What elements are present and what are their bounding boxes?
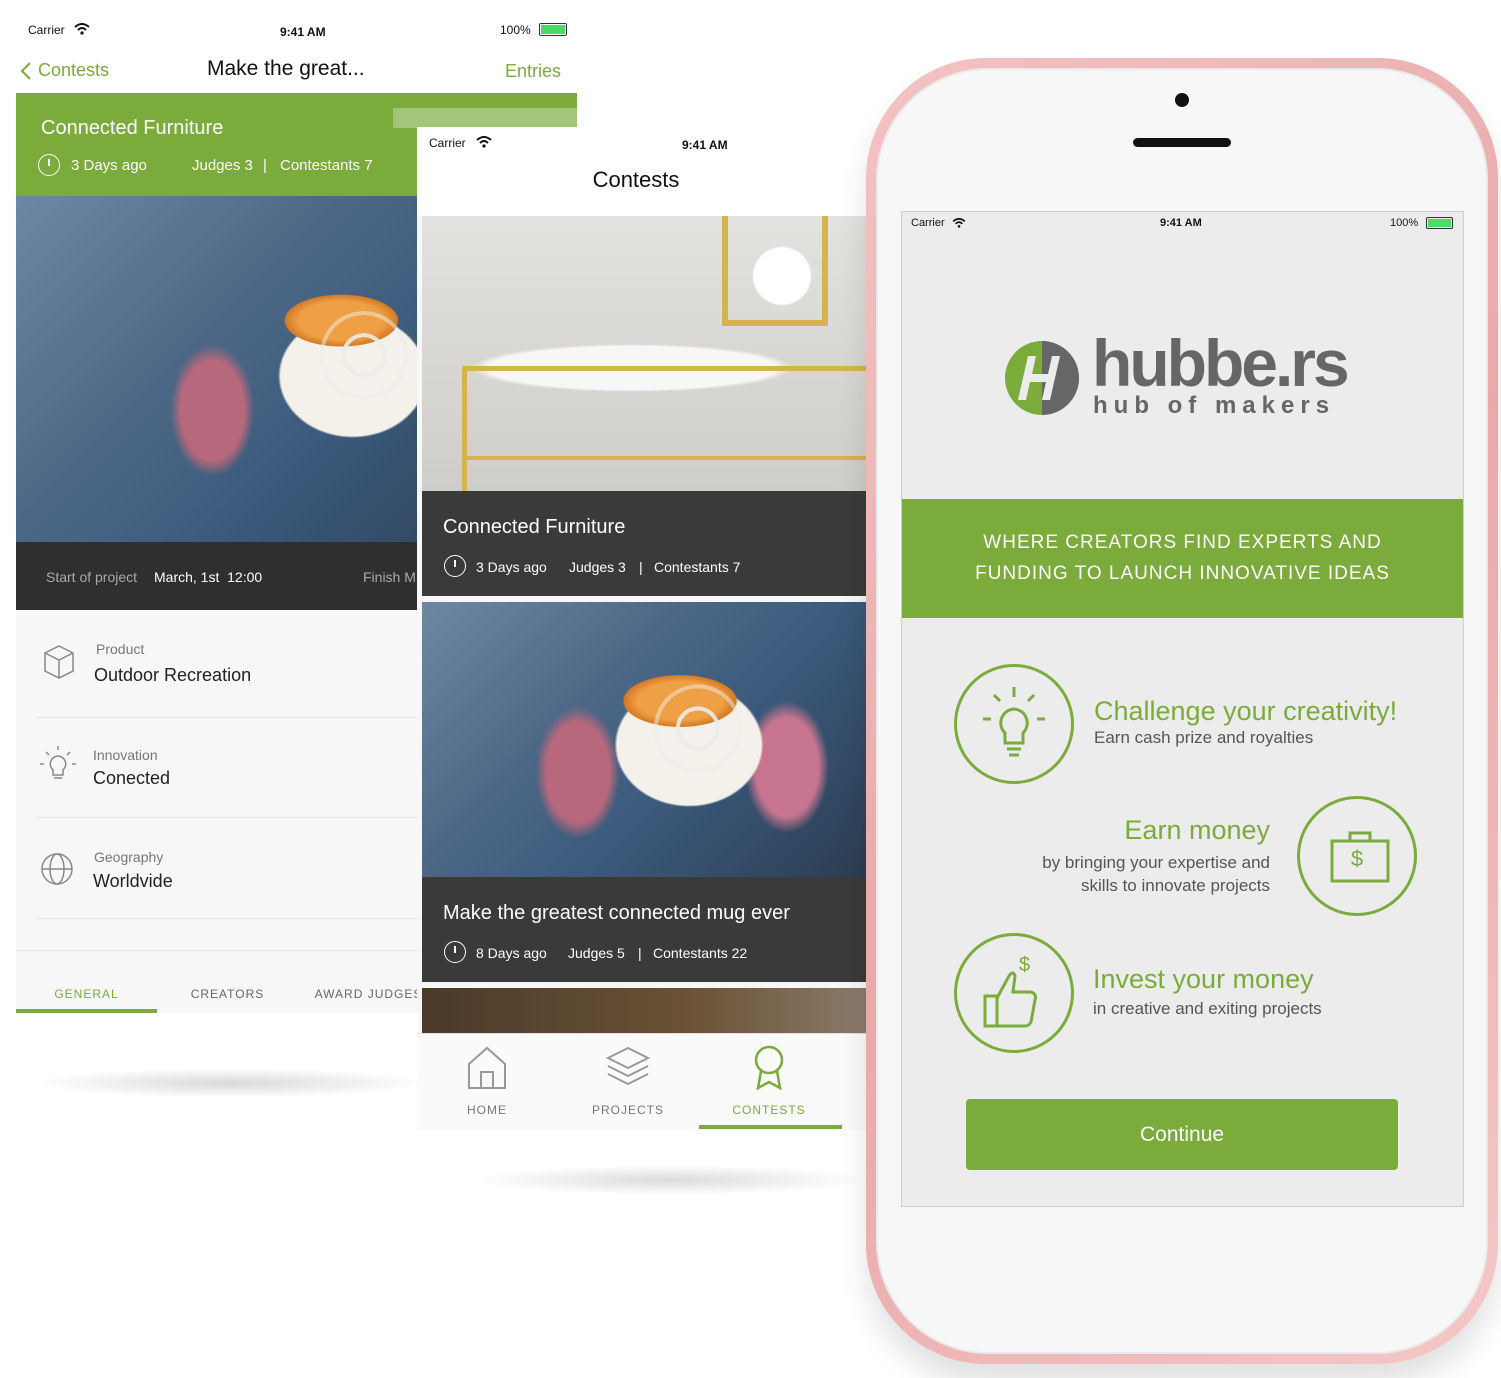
wifi-icon — [74, 23, 90, 35]
contest-header-separator: | — [263, 157, 267, 174]
back-button[interactable]: Contests — [20, 60, 109, 81]
clock-icon — [38, 154, 60, 176]
tab-home-label: HOME — [467, 1103, 507, 1117]
banner-line-1: WHERE CREATORS FIND EXPERTS AND — [983, 532, 1382, 553]
contest-card-title: Make the greatest connected mug ever — [443, 902, 790, 924]
contest-card-separator: | — [638, 945, 642, 961]
contest-card[interactable]: Make the greatest connected mug ever 8 D… — [422, 602, 867, 982]
home-icon — [468, 1046, 506, 1089]
box-icon — [44, 645, 74, 679]
screen-shadow — [470, 1165, 870, 1195]
lightbulb-icon — [40, 746, 76, 779]
page-title: Make the great... — [207, 57, 365, 80]
innovation-value: Conected — [93, 768, 171, 788]
banner-line-2: FUNDING TO LAUNCH INNOVATIVE IDEAS — [975, 563, 1390, 584]
feature-icon-circle: $ — [954, 933, 1074, 1053]
layers-icon — [606, 1046, 650, 1086]
entries-button[interactable]: Entries — [505, 61, 561, 82]
status-battery-percent: 100% — [500, 23, 531, 37]
logo-wordmark: hubbe.rs — [1092, 326, 1350, 400]
tab-projects-label: PROJECTS — [591, 1103, 664, 1117]
wifi-icon — [952, 218, 966, 228]
status-time: 9:41 AM — [682, 138, 728, 152]
wifi-icon — [476, 136, 492, 148]
logo-tagline: hub of makers — [1093, 392, 1336, 419]
screen-shadow — [30, 1068, 430, 1098]
contest-card[interactable]: Connected Furniture 3 Days ago Judges 3 … — [422, 216, 867, 596]
splash-banner: WHERE CREATORS FIND EXPERTS AND FUNDING … — [902, 499, 1463, 618]
contest-card-info: Make the greatest connected mug ever 8 D… — [422, 877, 867, 982]
header-overlap — [393, 108, 577, 128]
tab-creators[interactable]: CREATORS — [157, 987, 298, 1001]
contest-header-title: Connected Furniture — [41, 117, 224, 139]
globe-icon — [41, 853, 73, 885]
contest-header-judges: Judges 3 — [192, 157, 253, 174]
tab-general[interactable]: GENERAL — [16, 987, 157, 1001]
feature-title: Challenge your creativity! — [1094, 696, 1398, 726]
contest-card-judges: Judges 5 — [568, 945, 625, 961]
feature-subtitle: Earn cash prize and royalties — [1094, 728, 1314, 747]
status-carrier: Carrier — [28, 23, 65, 37]
feature-subtitle: by bringing your expertise and — [1042, 853, 1270, 872]
chevron-left-icon — [20, 61, 31, 80]
list-top-bar: Carrier 9:41 AM Contests — [417, 127, 867, 217]
status-battery-percent: 100% — [1390, 217, 1419, 229]
product-value: Outdoor Recreation — [94, 665, 252, 685]
start-value: March, 1st 12:00 — [154, 569, 263, 585]
hubbers-logo-icon — [1005, 341, 1079, 415]
thumbs-up-dollar-icon — [983, 971, 1037, 1028]
contest-card-title: Connected Furniture — [443, 516, 626, 538]
product-label: Product — [96, 641, 145, 657]
lightbulb-icon — [983, 687, 1045, 757]
contest-card-contestants: Contestants 22 — [653, 945, 748, 961]
dollar-glyph: $ — [1350, 846, 1364, 871]
award-ribbon-icon — [754, 1045, 784, 1091]
status-carrier: Carrier — [429, 136, 466, 150]
clock-icon — [444, 941, 466, 963]
feature-title: Invest your money — [1093, 964, 1314, 994]
start-label: Start of project — [46, 569, 138, 585]
speaker-grille — [1133, 138, 1231, 147]
bottom-tab-bar: HOME PROJECTS CONTESTS — [417, 1033, 867, 1130]
list-title: Contests — [592, 167, 680, 192]
geography-label: Geography — [94, 849, 164, 865]
clock-icon — [444, 555, 466, 577]
tab-active-indicator — [699, 1125, 842, 1129]
contest-header-days: 3 Days ago — [71, 157, 147, 174]
feature-icon-circle — [954, 664, 1074, 784]
feature-subtitle: in creative and exiting projects — [1093, 999, 1322, 1018]
tab-contests[interactable]: CONTESTS — [719, 1044, 819, 1124]
status-carrier: Carrier — [911, 217, 945, 229]
status-time: 9:41 AM — [1160, 217, 1202, 229]
contests-list-screen: Carrier 9:41 AM Contests Connected Furni… — [393, 108, 867, 1130]
contest-card-image — [422, 602, 867, 877]
innovation-label: Innovation — [93, 747, 158, 763]
battery-icon — [539, 23, 567, 36]
back-label: Contests — [38, 60, 110, 80]
contest-card-info: Connected Furniture 3 Days ago Judges 3 … — [422, 491, 867, 596]
contest-card-image[interactable] — [422, 988, 867, 1033]
tab-contests-label: CONTESTS — [732, 1103, 806, 1117]
contest-card-judges: Judges 3 — [569, 559, 626, 575]
battery-icon — [1426, 217, 1453, 229]
tab-active-indicator — [16, 1009, 157, 1013]
contest-card-image — [422, 216, 867, 491]
contest-card-days: 8 Days ago — [476, 945, 547, 961]
dollar-glyph: $ — [1019, 954, 1031, 976]
tab-home[interactable]: HOME — [437, 1044, 537, 1124]
continue-button[interactable]: Continue — [966, 1099, 1398, 1170]
finish-label: Finish M — [363, 569, 416, 585]
splash-screen: Carrier 9:41 AM 100% hubbe.rs hub of mak… — [901, 211, 1464, 1207]
tab-projects[interactable]: PROJECTS — [578, 1044, 678, 1124]
contest-card-contestants: Contestants 7 — [654, 559, 741, 575]
feature-title: Earn money — [1124, 815, 1270, 845]
contest-card-days: 3 Days ago — [476, 559, 547, 575]
feature-subtitle: skills to innovate projects — [1081, 876, 1270, 895]
status-time: 9:41 AM — [280, 25, 326, 39]
contest-card-separator: | — [639, 559, 643, 575]
front-camera — [1175, 93, 1189, 107]
feature-icon-circle: $ — [1297, 796, 1417, 916]
geography-value: Worldvide — [93, 871, 173, 891]
